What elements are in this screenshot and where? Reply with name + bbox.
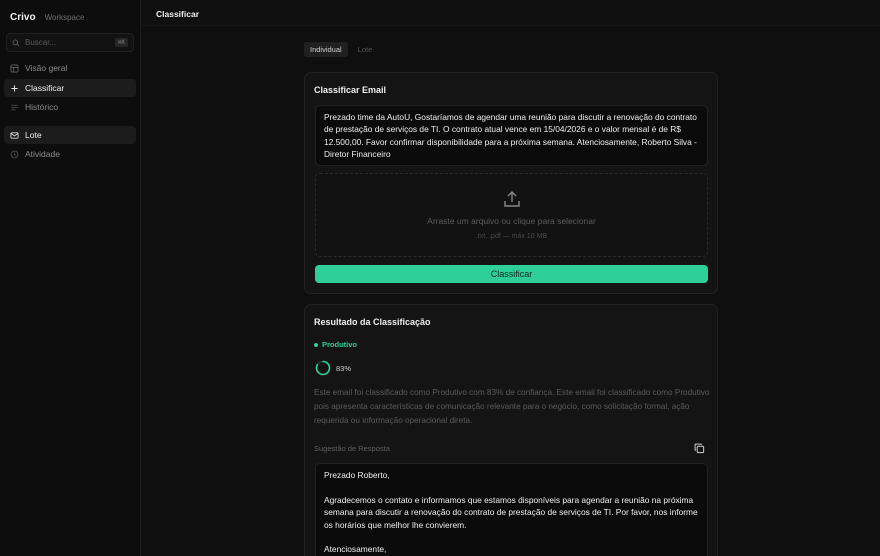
sidebar-item-label: Classificar — [25, 83, 65, 93]
copy-icon[interactable] — [694, 443, 705, 454]
confidence-ring — [315, 360, 331, 376]
shortcut-badge: ⌘K — [114, 38, 128, 47]
search-box[interactable]: ⌘K — [6, 33, 134, 52]
suggested-reply[interactable]: Prezado Roberto, Agradecemos o contato e… — [315, 463, 708, 556]
classification-explanation: Este email foi classificado como Produti… — [314, 388, 710, 425]
clock-icon — [10, 150, 19, 159]
plus-icon — [10, 84, 19, 93]
workspace-label: Workspace — [44, 13, 85, 22]
grid-icon — [10, 63, 19, 73]
file-dropzone[interactable]: Arraste um arquivo ou clique para seleci… — [315, 173, 708, 257]
email-textarea[interactable]: Prezado time da AutoU, Gostaríamos de ag… — [315, 105, 708, 166]
dropzone-hint: .txt, .pdf — máx 10 MB — [475, 233, 548, 240]
category-label: Produtivo — [322, 340, 357, 349]
status-dot — [314, 342, 318, 347]
result-card: Resultado da Classificação Produtivo 83%… — [304, 304, 718, 556]
sidebar-item-label: Visão geral — [25, 63, 68, 73]
search-icon — [12, 34, 20, 52]
result-card-title: Resultado da Classificação — [314, 317, 431, 327]
tab-lote[interactable]: Lote — [352, 42, 379, 57]
sidebar-item-historico[interactable]: Histórico — [4, 98, 136, 116]
sidebar-item-classificar[interactable]: Classificar — [4, 79, 136, 97]
suggestion-label: Sugestão de Resposta — [314, 444, 390, 453]
app-name[interactable]: Crivo — [10, 12, 36, 23]
header-divider — [141, 25, 880, 26]
classify-card-title: Classificar Email — [314, 85, 387, 95]
sidebar-item-lote[interactable]: Lote — [4, 126, 136, 144]
classify-card: Classificar Email Prezado time da AutoU,… — [304, 72, 718, 294]
sidebar-item-label: Histórico — [25, 102, 59, 112]
mode-tabs: Individual Lote — [304, 42, 378, 57]
sidebar-item-label: Lote — [25, 130, 42, 140]
brand: Crivo Workspace — [10, 12, 84, 23]
category-badge: Produtivo — [314, 340, 357, 349]
sidebar: Crivo Workspace ⌘K Visão geral Classific… — [0, 0, 141, 556]
sidebar-item-label: Atividade — [25, 149, 60, 159]
dropzone-text: Arraste um arquivo ou clique para seleci… — [427, 216, 596, 226]
classify-button[interactable]: Classificar — [315, 265, 708, 283]
search-input[interactable] — [25, 38, 105, 47]
mail-icon — [10, 131, 19, 140]
tab-individual[interactable]: Individual — [304, 42, 348, 57]
list-icon — [10, 103, 19, 112]
upload-icon — [504, 191, 520, 207]
sidebar-item-visao-geral[interactable]: Visão geral — [4, 59, 136, 77]
page-title: Classificar — [156, 9, 199, 19]
sidebar-item-atividade[interactable]: Atividade — [4, 145, 136, 163]
confidence-value: 83% — [336, 364, 352, 373]
